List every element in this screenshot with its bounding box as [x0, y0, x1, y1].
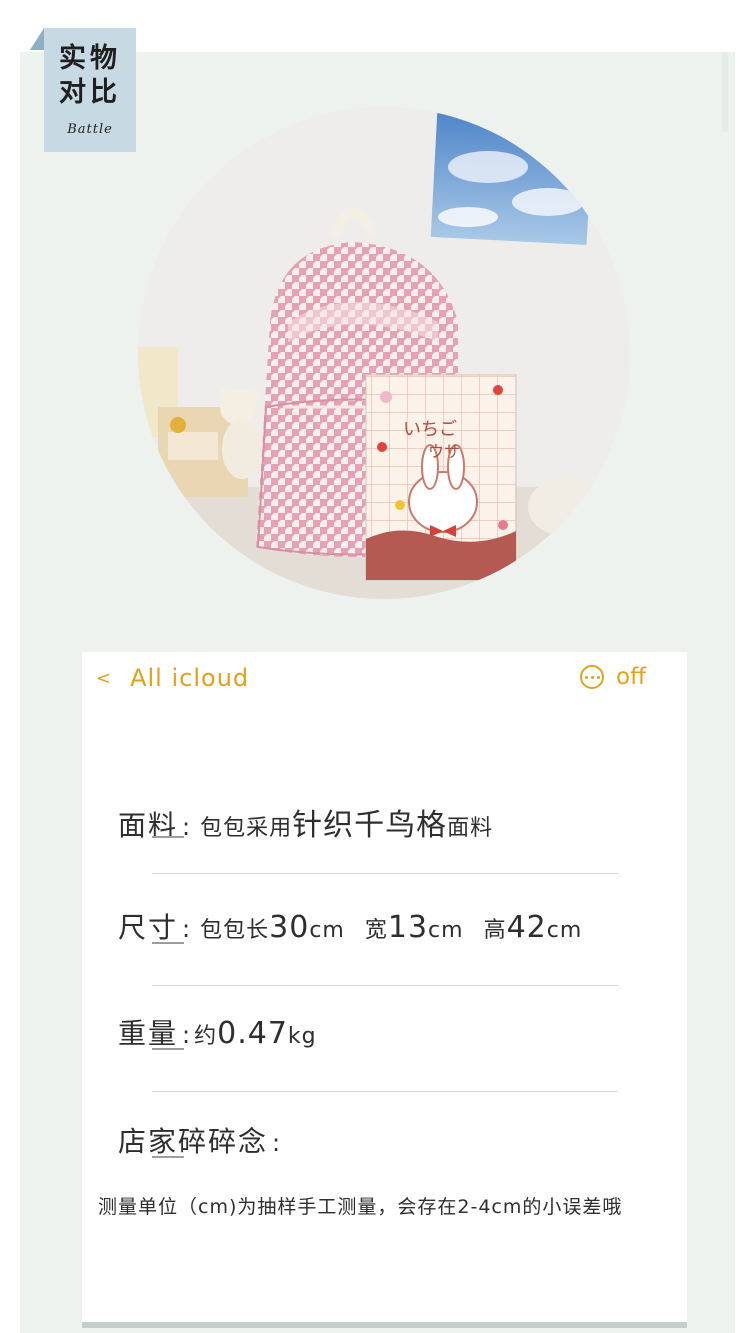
shop-note-colon: :	[272, 1129, 281, 1157]
weight-colon: :	[182, 1021, 191, 1049]
size-height-unit: cm	[546, 918, 583, 943]
divider-2	[152, 985, 618, 986]
shop-note-row: 店家碎碎念 :	[118, 1120, 290, 1160]
size-colon: :	[182, 915, 191, 943]
material-value-pre: 包包采用	[200, 816, 293, 841]
size-height-number: 42	[506, 910, 547, 945]
weight-label-underline	[152, 1048, 184, 1050]
size-label: 尺寸	[118, 911, 179, 944]
back-label: All icloud	[130, 664, 250, 692]
panel-edge	[722, 52, 728, 132]
divider-1	[152, 873, 618, 874]
backpack-photo-illustration: いちご ウサ	[138, 107, 630, 599]
material-value: 包包采用针织千鸟格面料	[200, 800, 493, 844]
shop-note-label-underline	[152, 1156, 184, 1158]
product-photo: いちご ウサ	[138, 107, 630, 599]
back-button[interactable]: < All icloud	[96, 664, 249, 692]
weight-value: 约0.47kg	[194, 1016, 317, 1051]
weight-row: 重量 : 约0.47kg	[118, 1012, 317, 1052]
weight-unit: kg	[287, 1024, 317, 1049]
size-length-unit: cm	[309, 918, 345, 943]
more-options-button[interactable]: off	[580, 664, 646, 690]
material-label: 面料	[118, 809, 179, 842]
comparison-tag: 实物 对比 Battle	[44, 28, 136, 152]
size-height-prefix: 高	[483, 918, 507, 943]
measurement-disclaimer: 测量单位（cm)为抽样手工测量，会存在2-4cm的小误差哦	[98, 1196, 623, 1218]
material-value-highlight: 针织千鸟格	[292, 808, 448, 843]
svg-text:いちご: いちご	[403, 419, 457, 440]
weight-prefix: 约	[194, 1024, 218, 1049]
material-value-post: 面料	[447, 816, 494, 841]
notes-card	[82, 652, 687, 1324]
weight-number: 0.47	[217, 1016, 288, 1051]
card-shadow	[82, 1322, 687, 1328]
tag-line-1: 实物	[59, 43, 121, 74]
size-width-number: 13	[387, 910, 429, 945]
size-row: 尺寸 : 包包长30cm 宽13cm 高42cm	[118, 906, 582, 946]
tag-line-3: Battle	[67, 122, 113, 137]
size-length-number: 30	[269, 910, 310, 945]
size-width-unit: cm	[428, 918, 464, 943]
shop-note-label: 店家碎碎念	[118, 1125, 269, 1158]
size-length-prefix: 包包长	[200, 918, 270, 943]
size-value: 包包长30cm 宽13cm 高42cm	[200, 910, 582, 945]
size-label-underline	[152, 942, 184, 944]
size-width-prefix: 宽	[364, 918, 388, 943]
svg-text:ウサ: ウサ	[428, 442, 460, 461]
tag-line-2: 对比	[59, 77, 121, 108]
chevron-left-icon: <	[96, 667, 113, 689]
divider-3	[152, 1091, 618, 1092]
more-icon	[580, 665, 604, 689]
off-label: off	[616, 664, 646, 690]
material-label-underline	[152, 836, 184, 838]
tag-fold	[30, 28, 44, 50]
weight-label: 重量	[118, 1017, 179, 1050]
